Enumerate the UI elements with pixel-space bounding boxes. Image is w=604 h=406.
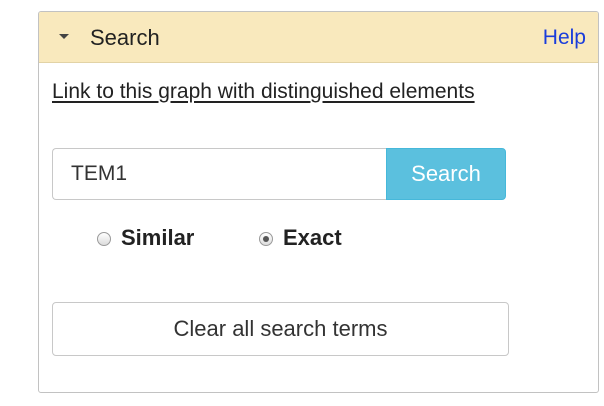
search-input[interactable] bbox=[52, 148, 388, 200]
radio-similar-circle[interactable] bbox=[97, 232, 111, 246]
search-row: Search bbox=[52, 148, 506, 200]
caret-down-icon[interactable] bbox=[59, 34, 69, 39]
panel-header[interactable]: Search Help bbox=[39, 12, 598, 63]
radio-exact-label: Exact bbox=[283, 225, 342, 250]
radio-exact-circle[interactable] bbox=[259, 232, 273, 246]
search-button[interactable]: Search bbox=[386, 148, 506, 200]
radio-exact[interactable]: Exact bbox=[259, 225, 342, 251]
radio-similar-label: Similar bbox=[121, 225, 195, 250]
clear-search-button[interactable]: Clear all search terms bbox=[52, 302, 509, 356]
panel-title: Search bbox=[90, 25, 160, 50]
help-link[interactable]: Help bbox=[543, 25, 586, 51]
graph-link[interactable]: Link to this graph with distinguished el… bbox=[52, 78, 492, 105]
radio-similar[interactable]: Similar bbox=[97, 225, 194, 251]
